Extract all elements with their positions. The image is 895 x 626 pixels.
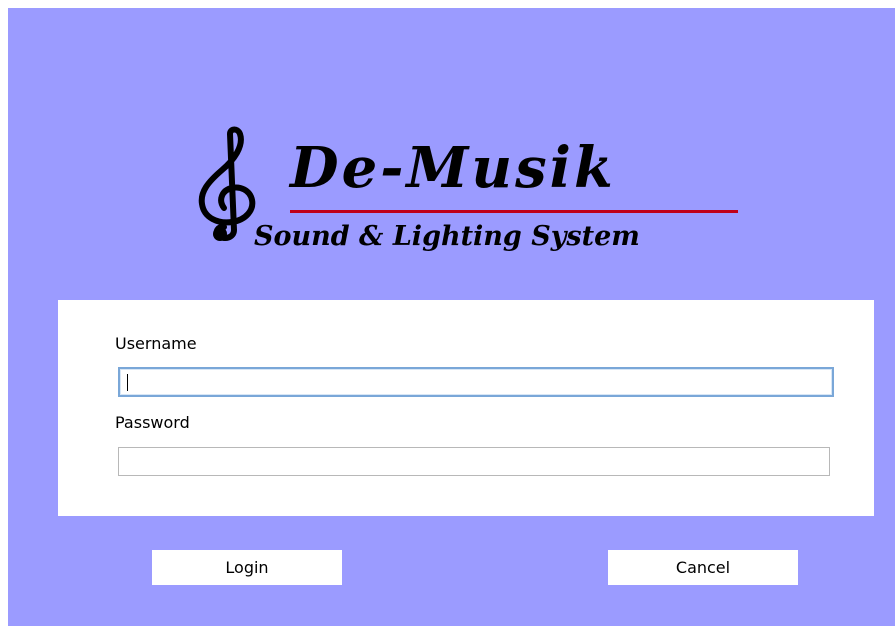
password-label: Password (115, 413, 190, 432)
brand-tagline: Sound & Lighting System (254, 221, 640, 252)
login-window: De-Musik Sound & Lighting System Usernam… (8, 8, 895, 626)
brand-name: De-Musik (290, 135, 616, 201)
username-label: Username (115, 334, 197, 353)
password-input[interactable] (118, 447, 830, 476)
login-button[interactable]: Login (152, 550, 342, 585)
login-form-panel: Username Password (58, 300, 874, 516)
text-caret (127, 374, 128, 391)
logo: De-Musik Sound & Lighting System (194, 126, 754, 256)
cancel-button[interactable]: Cancel (608, 550, 798, 585)
brand-underline (290, 210, 738, 213)
username-input[interactable] (118, 367, 834, 397)
